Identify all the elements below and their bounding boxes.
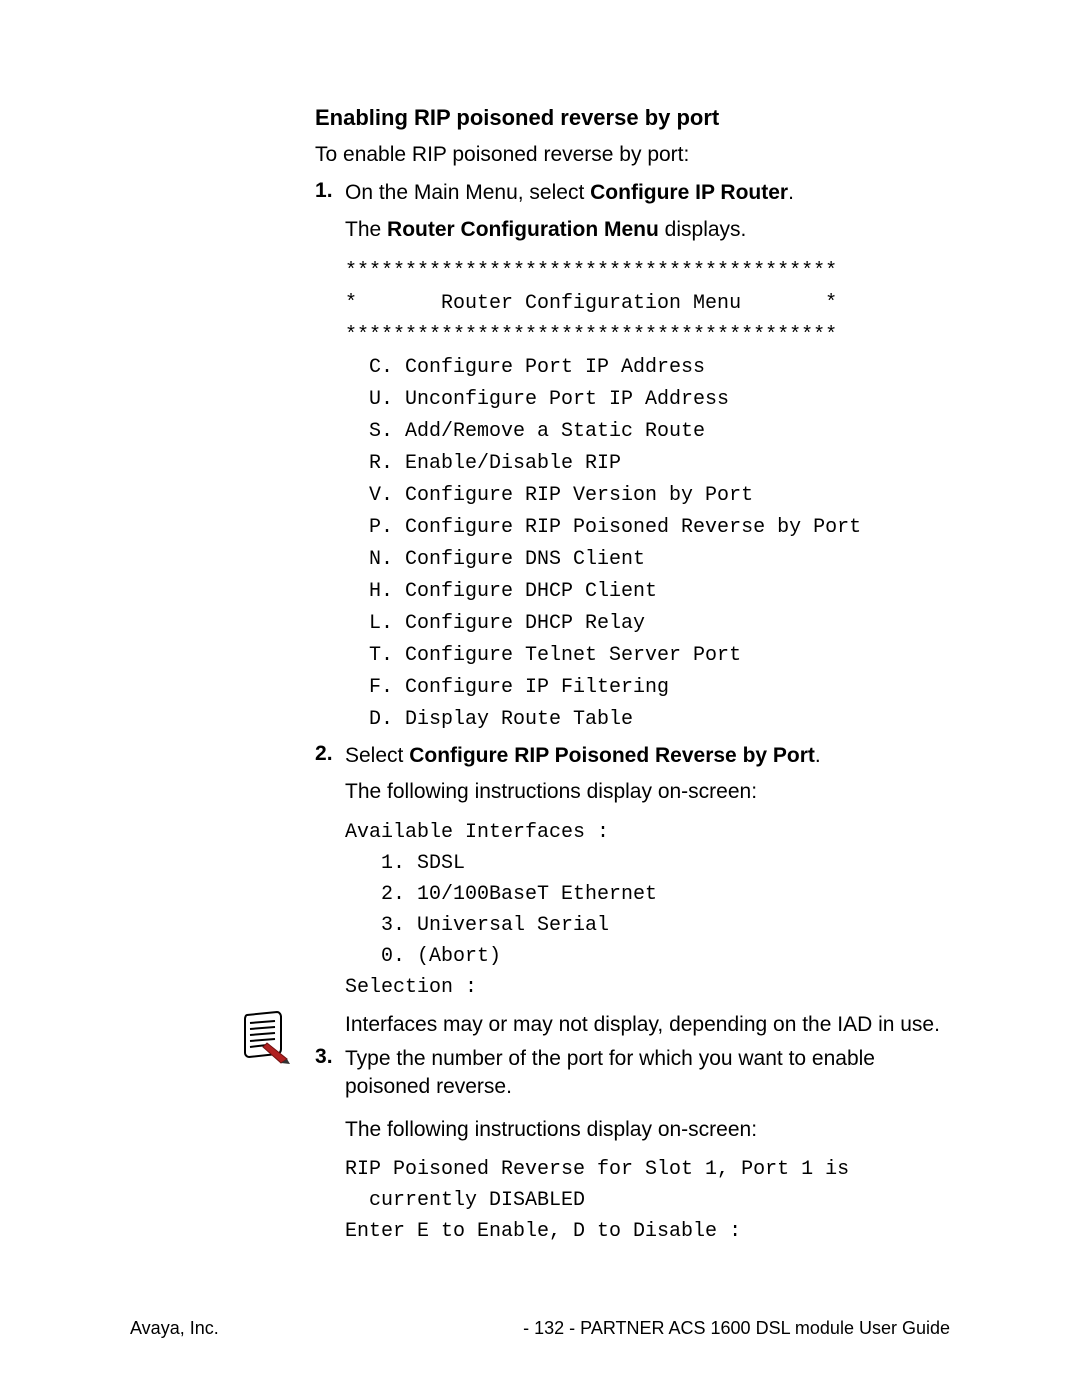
available-interfaces: Available Interfaces : 1. SDSL 2. 10/100… [345, 817, 955, 1003]
page-content: Enabling RIP poisoned reverse by port To… [315, 105, 955, 1247]
step-2-line-1: Select Configure RIP Poisoned Reverse by… [345, 742, 955, 770]
step-2: Select Configure RIP Poisoned Reverse by… [315, 742, 955, 1039]
router-config-menu: ****************************************… [345, 256, 955, 736]
steps-list: On the Main Menu, select Configure IP Ro… [315, 179, 955, 1247]
step-1-line2-prefix: The [345, 218, 387, 241]
step-1: On the Main Menu, select Configure IP Ro… [315, 179, 955, 736]
note-wrap: Interfaces may or may not display, depen… [345, 1011, 955, 1039]
step-2-suffix: . [815, 744, 821, 767]
step-2-line-2: The following instructions display on-sc… [345, 778, 955, 806]
rip-status-block: RIP Poisoned Reverse for Slot 1, Port 1 … [345, 1154, 955, 1247]
intro-text: To enable RIP poisoned reverse by port: [315, 141, 955, 169]
page-footer: Avaya, Inc. - 132 - PARTNER ACS 1600 DSL… [130, 1318, 950, 1339]
footer-page-num: - 132 - [523, 1318, 575, 1338]
step-1-line-2: The Router Configuration Menu displays. [345, 216, 955, 244]
step-1-suffix: . [788, 181, 794, 204]
step-3-line-1: Type the number of the port for which yo… [345, 1045, 955, 1102]
note-icon [237, 1009, 293, 1065]
step-1-line2-bold: Router Configuration Menu [387, 218, 659, 241]
footer-right: - 132 - PARTNER ACS 1600 DSL module User… [523, 1318, 950, 1339]
step-1-line-1: On the Main Menu, select Configure IP Ro… [345, 179, 955, 207]
step-3-line-2: The following instructions display on-sc… [345, 1116, 955, 1144]
footer-doc-title: PARTNER ACS 1600 DSL module User Guide [580, 1318, 950, 1338]
step-1-line2-suffix: displays. [659, 218, 747, 241]
step-2-prefix: Select [345, 744, 409, 767]
section-heading: Enabling RIP poisoned reverse by port [315, 105, 955, 131]
note-text: Interfaces may or may not display, depen… [345, 1011, 955, 1039]
footer-left: Avaya, Inc. [130, 1318, 219, 1339]
step-1-bold: Configure IP Router [590, 181, 788, 204]
step-3: Type the number of the port for which yo… [315, 1045, 955, 1247]
step-2-bold: Configure RIP Poisoned Reverse by Port [409, 744, 815, 767]
step-1-prefix: On the Main Menu, select [345, 181, 590, 204]
